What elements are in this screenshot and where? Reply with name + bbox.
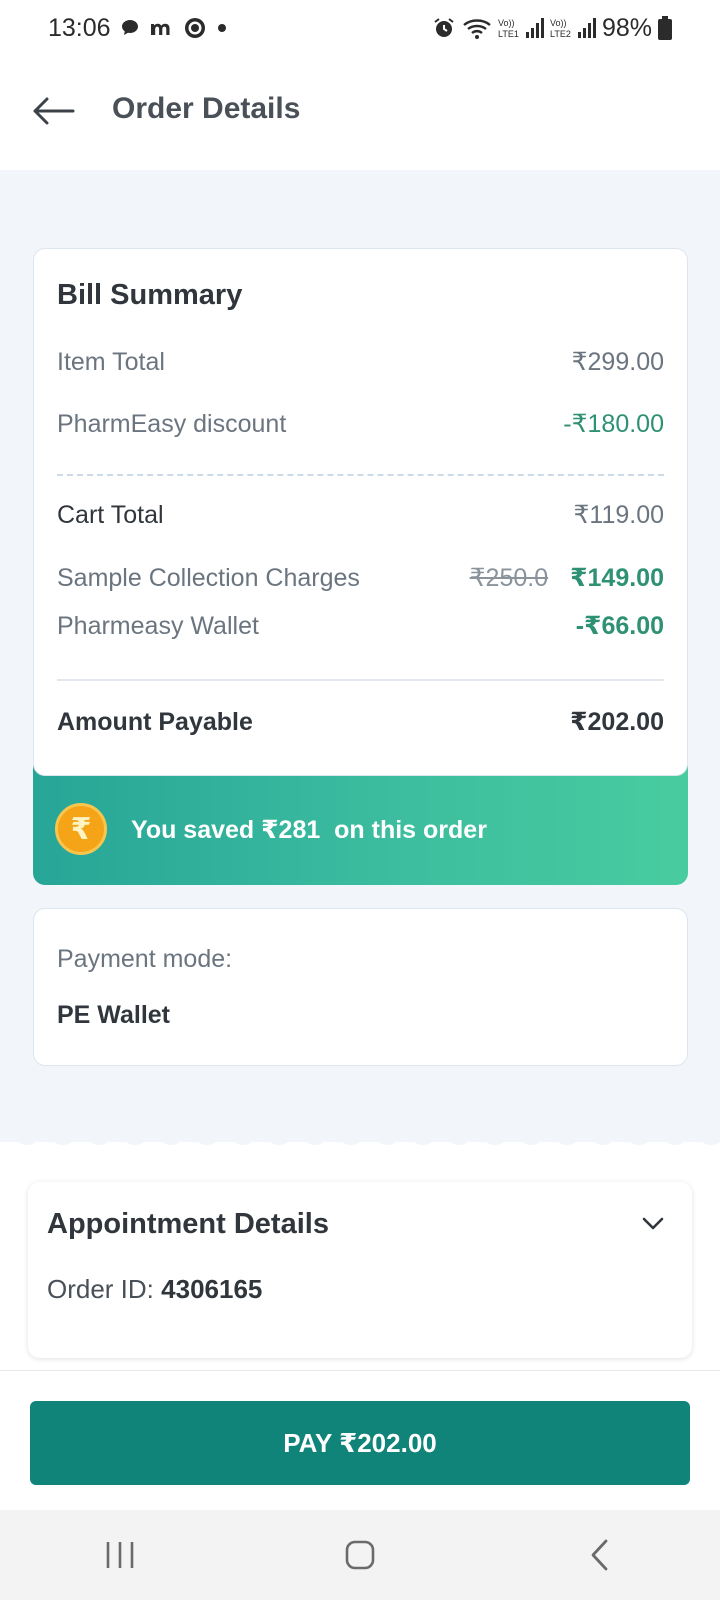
battery-icon bbox=[658, 16, 672, 40]
order-id: Order ID: 4306165 bbox=[47, 1274, 262, 1305]
status-bar: 13:06 Vo)) LTE1 Vo)) LTE2 98% bbox=[0, 0, 720, 56]
wave-divider-bottom bbox=[0, 1136, 720, 1145]
cart-total-row: Cart Total ₹119.00 bbox=[57, 500, 664, 530]
bill-summary-card: Bill Summary Item Total ₹299.00 PharmEas… bbox=[33, 248, 688, 776]
svg-text:LTE1: LTE1 bbox=[498, 29, 519, 39]
appointment-details-card[interactable]: Appointment Details Order ID: 4306165 bbox=[28, 1182, 692, 1358]
whatsapp-icon bbox=[183, 16, 207, 40]
order-id-label: Order ID: bbox=[47, 1274, 154, 1304]
home-button[interactable] bbox=[330, 1530, 390, 1580]
appointment-details-title: Appointment Details bbox=[47, 1208, 329, 1240]
back-button[interactable] bbox=[28, 86, 78, 136]
home-icon bbox=[345, 1540, 375, 1570]
payment-mode-value: PE Wallet bbox=[57, 1001, 170, 1029]
cart-total-label: Cart Total bbox=[57, 500, 164, 529]
signal-lte1-icon: Vo)) LTE1 bbox=[498, 16, 544, 40]
battery-percent: 98% bbox=[601, 13, 652, 42]
item-total-label: Item Total bbox=[57, 347, 165, 376]
sample-original-price: ₹250.0 bbox=[469, 564, 549, 592]
status-left: 13:06 bbox=[48, 14, 229, 43]
recent-apps-icon bbox=[106, 1542, 134, 1568]
discount-label: PharmEasy discount bbox=[57, 409, 287, 438]
app-bar: Order Details bbox=[0, 56, 720, 168]
arrow-left-icon bbox=[33, 97, 75, 125]
status-right: Vo)) LTE1 Vo)) LTE2 98% bbox=[432, 14, 672, 43]
m-icon bbox=[149, 17, 175, 39]
recent-apps-button[interactable] bbox=[90, 1530, 150, 1580]
svg-text:Vo)): Vo)) bbox=[550, 18, 567, 28]
chat-icon bbox=[119, 17, 141, 39]
discount-value: -₹180.00 bbox=[563, 410, 664, 438]
solid-divider bbox=[57, 679, 664, 681]
dashed-divider bbox=[57, 474, 664, 476]
amount-payable-label: Amount Payable bbox=[57, 707, 253, 736]
wifi-icon bbox=[462, 16, 492, 40]
system-nav-bar bbox=[0, 1510, 720, 1600]
alarm-icon bbox=[432, 16, 456, 40]
item-total-row: Item Total ₹299.00 bbox=[57, 347, 664, 377]
order-id-value: 4306165 bbox=[161, 1274, 263, 1304]
signal-lte2-icon: Vo)) LTE2 bbox=[550, 16, 596, 40]
svg-text:Vo)): Vo)) bbox=[498, 18, 515, 28]
status-time: 13:06 bbox=[48, 13, 111, 42]
sample-collection-value: ₹149.00 bbox=[570, 564, 664, 592]
payment-mode-card: Payment mode: PE Wallet bbox=[33, 908, 688, 1066]
svg-text:LTE2: LTE2 bbox=[550, 29, 571, 39]
savings-text: You saved ₹281 on this order bbox=[131, 816, 487, 844]
amount-payable-value: ₹202.00 bbox=[570, 708, 664, 736]
sample-collection-prices: ₹250.0 ₹149.00 bbox=[470, 563, 664, 593]
pay-button-bar: PAY ₹202.00 bbox=[0, 1370, 720, 1510]
sample-collection-row: Sample Collection Charges ₹250.0 ₹149.00 bbox=[57, 563, 664, 593]
payment-mode-label: Payment mode: bbox=[57, 945, 233, 973]
rupee-coin-icon: ₹ bbox=[55, 803, 107, 855]
nav-back-icon bbox=[591, 1539, 608, 1571]
dot-icon bbox=[215, 21, 229, 35]
bill-summary-title: Bill Summary bbox=[57, 279, 243, 311]
chevron-down-icon[interactable] bbox=[638, 1208, 668, 1238]
pay-button[interactable]: PAY ₹202.00 bbox=[30, 1401, 690, 1485]
discount-row: PharmEasy discount -₹180.00 bbox=[57, 409, 664, 439]
item-total-value: ₹299.00 bbox=[571, 348, 664, 376]
cart-total-value: ₹119.00 bbox=[573, 501, 664, 529]
page-title: Order Details bbox=[112, 92, 301, 125]
sample-collection-label: Sample Collection Charges bbox=[57, 563, 360, 592]
wallet-row: Pharmeasy Wallet -₹66.00 bbox=[57, 611, 664, 641]
wallet-value: -₹66.00 bbox=[575, 612, 664, 640]
amount-payable-row: Amount Payable ₹202.00 bbox=[57, 707, 664, 737]
nav-back-button[interactable] bbox=[570, 1530, 630, 1580]
wallet-label: Pharmeasy Wallet bbox=[57, 611, 259, 640]
savings-banner: ₹ You saved ₹281 on this order bbox=[33, 765, 688, 885]
wave-divider-top bbox=[0, 170, 720, 176]
